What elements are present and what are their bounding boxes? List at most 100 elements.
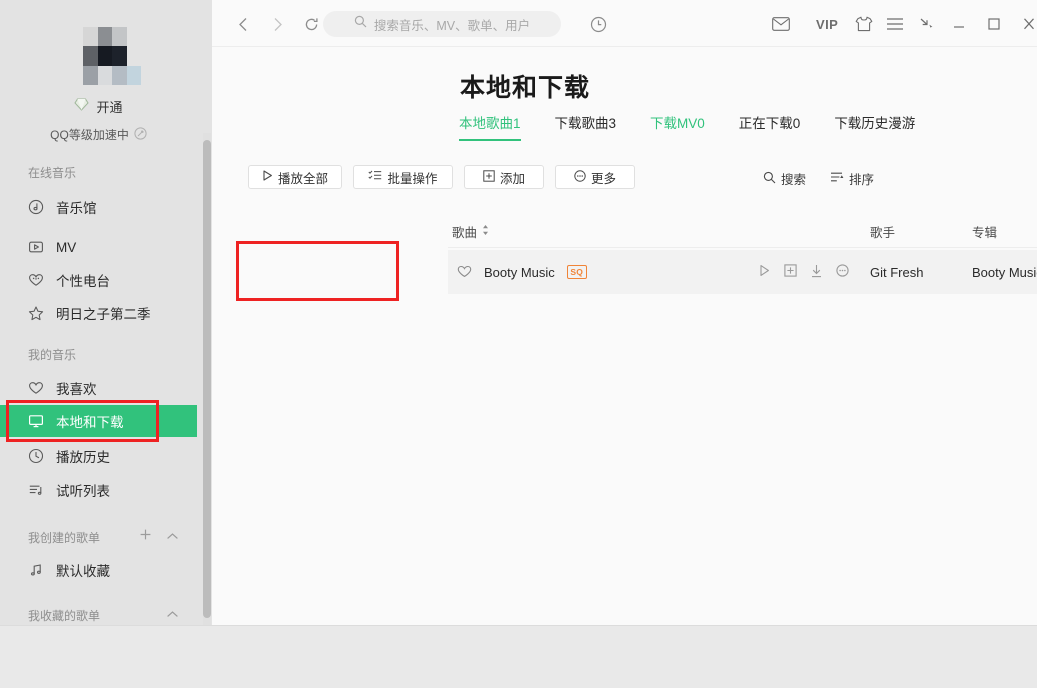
close-icon[interactable]: [1021, 12, 1037, 36]
search-list-label: 搜索: [781, 173, 807, 187]
tab-downloading[interactable]: 正在下载0: [739, 112, 801, 141]
section-title-my-music: 我的音乐: [28, 348, 77, 362]
clock-icon: [28, 448, 44, 464]
play-icon: [262, 170, 273, 184]
row-operations: [758, 250, 849, 294]
column-header-song-label: 歌曲: [452, 226, 478, 240]
table-row[interactable]: Booty Music SQ Git Fresh Booty Music: [448, 250, 1037, 294]
sidebar-item-label: 默认收藏: [56, 564, 110, 579]
back-icon[interactable]: [232, 13, 254, 35]
heart-icon[interactable]: [457, 264, 472, 281]
sidebar-item-radio[interactable]: 个性电台: [0, 264, 197, 296]
column-header-singer[interactable]: 歌手: [870, 222, 895, 241]
qq-level-label: QQ等级加速中: [50, 128, 129, 142]
tab-downloaded-songs[interactable]: 下载歌曲3: [555, 112, 617, 141]
qq-music-window: 开通 QQ等级加速中 在线音乐 音乐馆 MV 个性电台 明日之子第二季 我的音乐…: [0, 0, 1037, 688]
play-icon[interactable]: [758, 264, 771, 280]
radio-heart-icon: [28, 272, 44, 288]
add-button[interactable]: 添加: [464, 165, 544, 189]
sort-icon: [830, 171, 844, 186]
sidebar-item-label: MV: [56, 239, 77, 255]
qq-level-entry[interactable]: QQ等级加速中: [0, 126, 197, 143]
chevron-up-icon[interactable]: [166, 606, 179, 624]
playlist-icon: [28, 482, 44, 498]
music-hall-icon: [28, 199, 44, 215]
tab-download-history[interactable]: 下载历史漫游: [834, 112, 915, 141]
column-header-album[interactable]: 专辑: [972, 222, 997, 241]
search-icon: [354, 15, 367, 33]
player-bar: 不及雨 - 张碧晨 MV: [0, 625, 1037, 688]
search-input[interactable]: 搜索音乐、MV、歌单、用户: [323, 11, 561, 37]
add-label: 添加: [499, 171, 525, 186]
menu-icon[interactable]: [886, 12, 904, 36]
sidebar-item-play-history[interactable]: 播放历史: [0, 440, 197, 472]
more-icon[interactable]: [836, 264, 849, 280]
batch-operation-button[interactable]: 批量操作: [353, 165, 453, 189]
sidebar-item-audition-list[interactable]: 试听列表: [0, 474, 197, 506]
avatar-mosaic: [83, 27, 141, 85]
play-all-button[interactable]: 播放全部: [248, 165, 342, 189]
song-cell: Booty Music SQ: [457, 250, 587, 294]
album-cell[interactable]: Booty Music: [972, 250, 1037, 294]
section-title-created-playlists: 我创建的歌单: [28, 530, 101, 545]
top-bar: 搜索音乐、MV、歌单、用户 VIP: [212, 0, 1037, 47]
monitor-icon: [28, 413, 44, 429]
sidebar-item-label: 本地和下载: [56, 415, 124, 430]
section-header-created-playlists: 我创建的歌单: [0, 527, 197, 547]
sidebar-item-label: 个性电台: [56, 274, 110, 289]
sidebar-item-label: 播放历史: [56, 450, 110, 465]
plus-icon[interactable]: [139, 528, 152, 546]
song-title: Booty Music: [484, 264, 555, 280]
rocket-icon: [134, 126, 147, 143]
sidebar-item-favorites[interactable]: 我喜欢: [0, 372, 197, 404]
sort-label: 排序: [849, 173, 875, 187]
minimize-icon[interactable]: [951, 12, 967, 36]
batch-icon: [368, 170, 382, 184]
vip-label: 开通: [96, 100, 123, 115]
note-icon: [28, 562, 44, 578]
more-button[interactable]: 更多: [555, 165, 635, 189]
more-label: 更多: [590, 171, 616, 186]
sidebar-item-mv[interactable]: MV: [0, 231, 197, 263]
sidebar-item-star-show[interactable]: 明日之子第二季: [0, 297, 197, 329]
mail-icon[interactable]: [772, 12, 790, 36]
chevron-up-icon[interactable]: [166, 528, 179, 546]
refresh-icon[interactable]: [300, 13, 322, 35]
tab-downloaded-mv[interactable]: 下载MV0: [650, 112, 705, 141]
vip-entry[interactable]: 开通: [0, 97, 197, 116]
more-circle-icon: [574, 169, 586, 185]
table-header: 歌曲 歌手 专辑 大小: [448, 222, 1037, 248]
vip-button[interactable]: VIP: [816, 12, 838, 36]
search-placeholder: 搜索音乐、MV、歌单、用户: [373, 18, 531, 33]
play-all-label: 播放全部: [277, 171, 328, 186]
quality-badge: SQ: [566, 265, 587, 279]
history-icon[interactable]: [586, 12, 610, 36]
search-list-button[interactable]: 搜索: [763, 169, 806, 188]
section-title-collected-playlists: 我收藏的歌单: [28, 608, 101, 623]
star-icon: [28, 305, 44, 321]
forward-icon[interactable]: [266, 13, 288, 35]
singer-cell[interactable]: Git Fresh: [870, 250, 923, 294]
tab-local-songs[interactable]: 本地歌曲1: [459, 112, 521, 141]
search-icon: [763, 171, 776, 187]
sort-button[interactable]: 排序: [830, 169, 874, 188]
add-icon[interactable]: [784, 264, 797, 280]
avatar[interactable]: [83, 27, 141, 85]
sidebar-item-label: 试听列表: [56, 484, 110, 499]
sidebar-item-default-collection[interactable]: 默认收藏: [0, 554, 197, 586]
skin-icon[interactable]: [855, 12, 873, 36]
plus-box-icon: [483, 169, 495, 185]
heart-icon: [28, 380, 44, 396]
sidebar-item-label: 我喜欢: [56, 382, 97, 397]
main-content: 搜索音乐、MV、歌单、用户 VIP 本地和下载 本地歌曲1 下载歌曲3 下载MV…: [212, 0, 1037, 625]
sidebar-scrollbar-thumb[interactable]: [203, 140, 211, 618]
sidebar-item-local-and-download[interactable]: 本地和下载: [0, 405, 197, 437]
mv-icon: [28, 239, 44, 255]
diamond-icon: [74, 98, 90, 116]
maximize-icon[interactable]: [986, 12, 1002, 36]
column-header-song[interactable]: 歌曲: [452, 222, 490, 241]
mini-mode-icon[interactable]: [918, 12, 936, 36]
download-icon[interactable]: [810, 264, 823, 281]
sort-arrows-icon: [481, 224, 490, 239]
sidebar-item-music-hall[interactable]: 音乐馆: [0, 191, 197, 223]
